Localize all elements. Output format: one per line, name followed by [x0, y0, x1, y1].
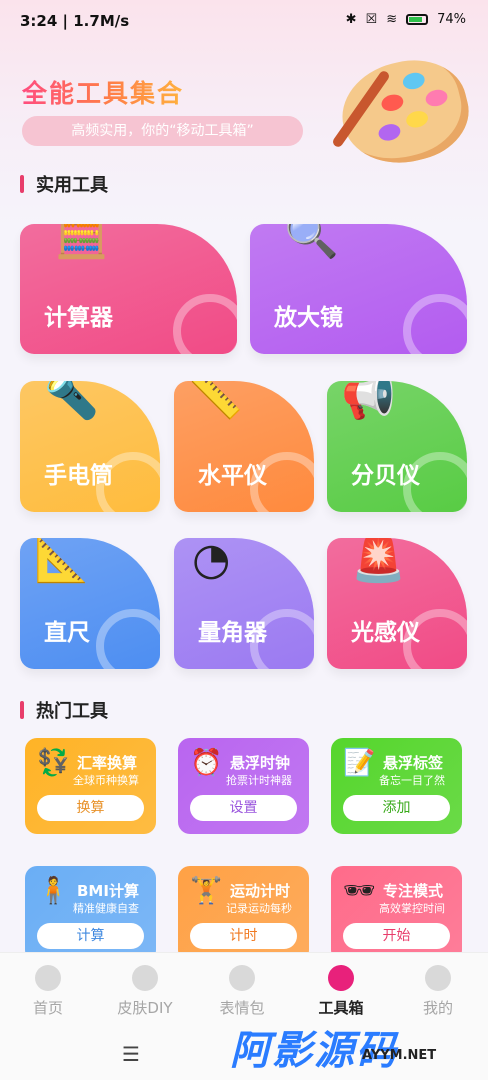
- hot-tool-subtitle: 全球币种换算: [73, 774, 139, 787]
- hot-tool-card[interactable]: ⏰ 悬浮时钟 抢票计时神器 设置: [178, 738, 309, 834]
- tool-label: 放大镜: [274, 305, 343, 331]
- tool-label: 计算器: [44, 305, 113, 331]
- tool-label: 直尺: [44, 620, 90, 646]
- hot-tool-subtitle: 精准健康自查: [73, 902, 139, 915]
- tool-label: 量角器: [198, 620, 267, 646]
- section-accent-bar: [20, 701, 24, 719]
- sticky-note-icon: 📝: [343, 748, 376, 778]
- section-accent-bar: [20, 175, 24, 193]
- signal-off-icon: ☒: [365, 12, 378, 27]
- sunglasses-icon: 🕶: [343, 876, 377, 906]
- tool-label: 水平仪: [198, 463, 267, 489]
- section-title: 热门工具: [36, 701, 108, 722]
- hot-tool-title: 运动计时: [230, 882, 291, 900]
- tool-card[interactable]: 🔍 放大镜: [250, 224, 467, 354]
- hot-tool-button[interactable]: 计算: [37, 923, 144, 949]
- hot-tool-button[interactable]: 计时: [190, 923, 297, 949]
- hot-tool-card[interactable]: 🏋 运动计时 记录运动每秒 计时: [178, 866, 309, 962]
- dumbbell-icon: 🏋: [190, 876, 223, 906]
- tool-label: 手电筒: [44, 463, 113, 489]
- tab-palette[interactable]: 皮肤DIY: [105, 965, 185, 1018]
- section-practical-tools: 实用工具: [20, 172, 108, 196]
- hot-tool-button[interactable]: 设置: [190, 795, 297, 821]
- hot-tool-subtitle: 高效掌控时间: [379, 902, 445, 915]
- tool-card[interactable]: ◔ 量角器: [174, 538, 314, 669]
- profile-icon: [425, 965, 451, 991]
- wifi-icon: ≋: [386, 12, 398, 27]
- tab-label: 我的: [422, 999, 453, 1017]
- flashlight-icon: 🔦: [44, 381, 99, 422]
- battery-level: 74%: [437, 12, 466, 27]
- currency-icon: 💱: [37, 748, 70, 778]
- tab-emoji[interactable]: 表情包: [202, 965, 282, 1018]
- tool-card[interactable]: 🧮 计算器: [20, 224, 237, 354]
- page-title: 全能工具集合: [22, 74, 184, 110]
- tool-card[interactable]: 🔦 手电筒: [20, 381, 160, 512]
- page-subtitle: 高频实用，你的“移动工具箱”: [22, 116, 303, 146]
- magnifier-icon: 🔍: [284, 224, 339, 261]
- tab-label: 首页: [32, 999, 63, 1017]
- hot-tool-title: 悬浮标签: [383, 754, 444, 772]
- status-bar: 3:24 | 1.7M/s ✱ ☒ ≋ 74%: [0, 0, 488, 44]
- section-title: 实用工具: [36, 175, 108, 196]
- hot-tool-button[interactable]: 添加: [343, 795, 450, 821]
- hot-tool-card[interactable]: 🧍 BMI计算 精准健康自查 计算: [25, 866, 156, 962]
- ruler-icon: 📐: [34, 538, 89, 585]
- tool-card[interactable]: 📐 直尺: [20, 538, 160, 669]
- watermark-logo: 阿影源码: [230, 1028, 398, 1074]
- hot-tool-title: BMI计算: [77, 882, 139, 900]
- hot-tool-title: 专注模式: [383, 882, 444, 900]
- hot-tool-title: 悬浮时钟: [230, 754, 291, 772]
- hot-tool-button[interactable]: 开始: [343, 923, 450, 949]
- tab-home[interactable]: 首页: [8, 965, 88, 1018]
- tab-profile[interactable]: 我的: [398, 965, 478, 1018]
- status-icons: ✱ ☒ ≋ 74%: [346, 12, 466, 27]
- calculator-icon: 🧮: [54, 224, 109, 261]
- tab-label: 皮肤DIY: [117, 999, 173, 1017]
- hot-tool-title: 汇率换算: [77, 754, 138, 772]
- status-time: 3:24 | 1.7M/s: [20, 12, 130, 30]
- bluetooth-icon: ✱: [345, 12, 357, 27]
- tool-label: 光感仪: [351, 620, 420, 646]
- tab-label: 工具箱: [318, 999, 364, 1017]
- alarm-light-icon: 🚨: [351, 538, 406, 585]
- hot-tool-button[interactable]: 换算: [37, 795, 144, 821]
- tool-card[interactable]: 📏 水平仪: [174, 381, 314, 512]
- level-icon: 📏: [188, 381, 243, 422]
- tool-card[interactable]: 🚨 光感仪: [327, 538, 467, 669]
- battery-icon: [406, 14, 429, 25]
- hot-tool-subtitle: 备忘一目了然: [379, 774, 445, 787]
- hot-tool-subtitle: 抢票计时神器: [226, 774, 292, 787]
- tab-toolbox[interactable]: 工具箱: [301, 961, 381, 1018]
- hot-tool-card[interactable]: 🕶 专注模式 高效掌控时间 开始: [331, 866, 462, 962]
- section-hot-tools: 热门工具: [20, 698, 108, 722]
- tab-label: 表情包: [219, 999, 265, 1017]
- megaphone-icon: 📢: [341, 381, 396, 422]
- tool-label: 分贝仪: [351, 463, 420, 489]
- menu-icon[interactable]: ☰: [122, 1042, 140, 1066]
- emoji-icon: [229, 965, 255, 991]
- bmi-icon: 🧍: [37, 876, 70, 906]
- toolbox-icon: [324, 961, 358, 995]
- palette-icon: [132, 965, 158, 991]
- clock-icon: ⏰: [190, 748, 223, 778]
- tool-card[interactable]: 📢 分贝仪: [327, 381, 467, 512]
- protractor-icon: ◔: [192, 538, 231, 585]
- hot-tool-subtitle: 记录运动每秒: [226, 902, 292, 915]
- hot-tool-card[interactable]: 📝 悬浮标签 备忘一目了然 添加: [331, 738, 462, 834]
- home-icon: [35, 965, 61, 991]
- hot-tool-card[interactable]: 💱 汇率换算 全球币种换算 换算: [25, 738, 156, 834]
- watermark-url: AYYM.NET: [362, 1048, 437, 1063]
